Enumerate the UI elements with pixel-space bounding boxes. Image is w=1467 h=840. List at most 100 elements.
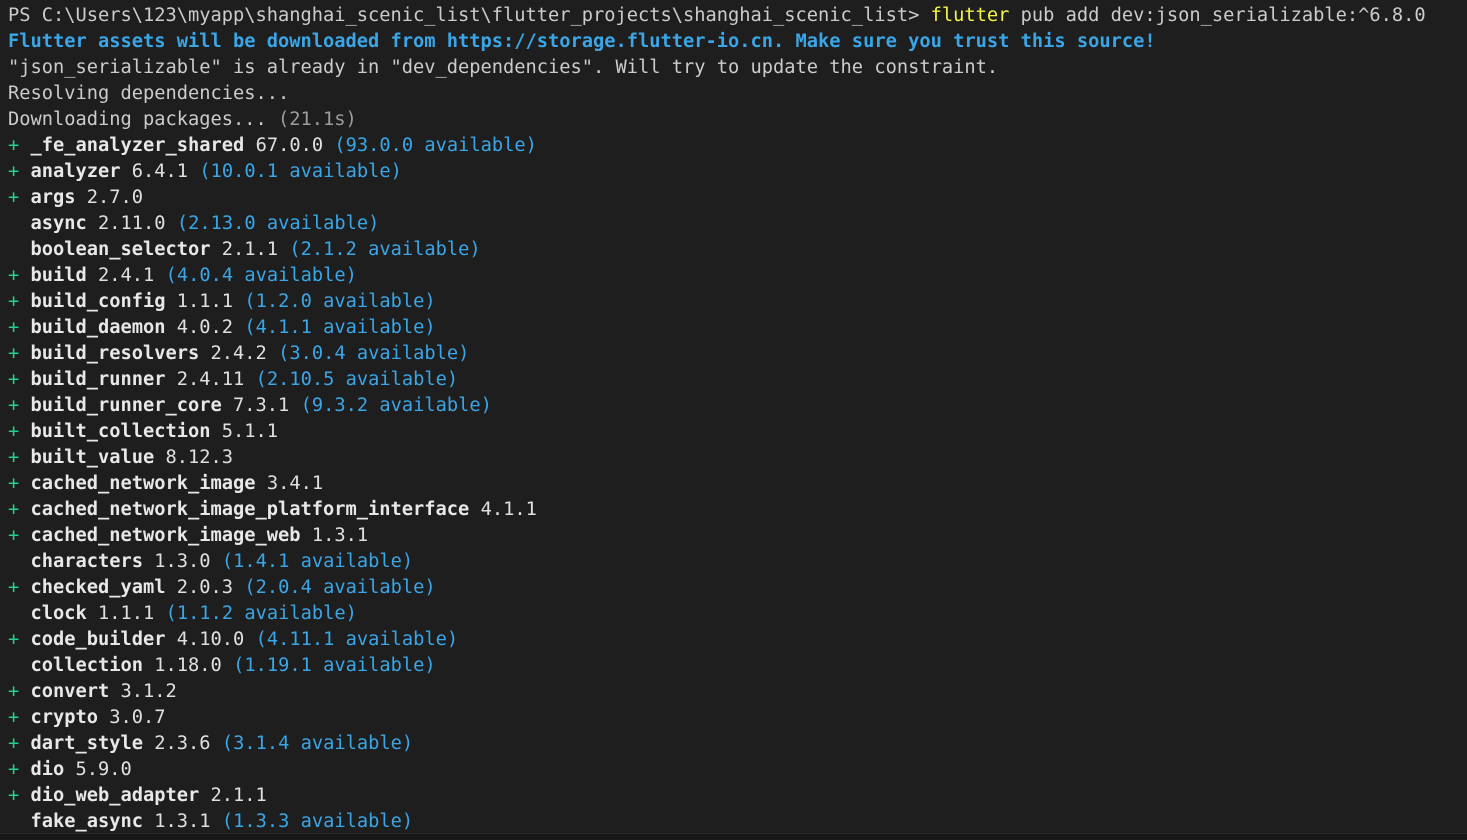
package-name: convert [30,681,110,702]
unchanged-marker [8,811,31,832]
package-version: 1.1.1 [98,603,155,624]
package-version: 3.0.7 [109,707,166,728]
unchanged-marker [8,603,31,624]
package-version: 3.1.2 [120,681,177,702]
package-version: 2.4.2 [210,343,267,364]
package-version: 1.3.1 [154,811,211,832]
available-version-note: (1.4.1 available) [210,551,414,572]
package-name: build [30,265,87,286]
package-version: 1.1.1 [176,291,234,312]
package-name: build_config [30,291,166,312]
available-version-note: (3.0.4 available) [266,343,470,364]
package-name: async [30,213,87,234]
package-line: + checked_yaml 2.0.3 (2.0.4 available) [8,575,1467,601]
available-version-note: (1.2.0 available) [233,291,436,312]
package-version: 1.18.0 [154,655,222,676]
package-line: collection 1.18.0 (1.19.1 available) [8,653,1467,679]
available-version-note: (2.1.2 available) [278,239,481,260]
available-version-note: (9.3.2 available) [289,395,492,416]
available-version-note: (3.1.4 available) [210,733,414,754]
package-line: + build_resolvers 2.4.2 (3.0.4 available… [8,341,1467,367]
added-marker: + [8,343,31,364]
package-line: + build_daemon 4.0.2 (4.1.1 available) [8,315,1467,341]
added-marker: + [8,681,31,702]
added-marker: + [8,707,31,728]
package-version: 2.11.0 [98,213,166,234]
package-line: + dart_style 2.3.6 (3.1.4 available) [8,731,1467,757]
added-marker: + [8,733,31,754]
added-marker: + [8,187,31,208]
added-marker: + [8,135,31,156]
command-line: PS C:\Users\123\myapp\shanghai_scenic_li… [8,3,1467,29]
package-line: + cached_network_image_platform_interfac… [8,497,1467,523]
package-version: 2.7.0 [86,187,144,208]
package-name: analyzer [30,161,121,182]
added-marker: + [8,161,31,182]
added-marker: + [8,525,31,546]
added-marker: + [8,317,31,338]
package-line: boolean_selector 2.1.1 (2.1.2 available) [8,237,1467,263]
package-name: build_runner [30,369,166,390]
available-version-note: (4.11.1 available) [244,629,459,650]
terminal-panel[interactable]: ━━━━━━━━━━━━━━━━━━━━━━━━━━━━━━━━━━━━━━━━… [0,0,1467,840]
package-version: 67.0.0 [255,135,324,156]
package-version: 2.4.11 [176,369,245,390]
available-version-note: (2.10.5 available) [244,369,459,390]
unchanged-marker [8,551,31,572]
package-line: + dio 5.9.0 [8,757,1467,783]
downloading-label: Downloading packages... [8,109,279,130]
resolving-message: Resolving dependencies... [8,83,290,104]
available-version-note: (4.0.4 available) [154,265,357,286]
package-name: dart_style [30,733,144,754]
available-version-note: (4.1.1 available) [233,317,436,338]
package-list: + _fe_analyzer_shared 67.0.0 (93.0.0 ava… [8,133,1467,835]
available-version-note: (10.0.1 available) [188,161,402,182]
unchanged-marker [8,655,31,676]
package-version: 2.3.6 [154,733,211,754]
package-name: build_resolvers [30,343,200,364]
package-line: + build 2.4.1 (4.0.4 available) [8,263,1467,289]
package-line: + crypto 3.0.7 [8,705,1467,731]
package-name: built_value [30,447,155,468]
package-name: cached_network_image_web [30,525,301,546]
package-version: 2.0.3 [176,577,234,598]
available-version-note: (1.3.3 available) [210,811,414,832]
package-version: 2.4.1 [98,265,155,286]
package-version: 4.1.1 [480,499,537,520]
package-line: + dio_web_adapter 2.1.1 [8,783,1467,809]
available-version-note: (93.0.0 available) [323,135,537,156]
terminal-bottom-edge [0,833,1467,840]
added-marker: + [8,473,31,494]
package-line: + built_collection 5.1.1 [8,419,1467,445]
available-version-note: (2.0.4 available) [233,577,436,598]
mirror-notice: Flutter assets will be downloaded from h… [8,31,1156,52]
package-line: + _fe_analyzer_shared 67.0.0 (93.0.0 ava… [8,133,1467,159]
package-name: clock [30,603,87,624]
downloading-duration: (21.1s) [278,109,357,130]
added-marker: + [8,447,31,468]
added-marker: + [8,369,31,390]
added-marker: + [8,629,31,650]
added-marker: + [8,395,31,416]
package-line: + cached_network_image 3.4.1 [8,471,1467,497]
package-name: collection [30,655,144,676]
added-marker: + [8,421,31,442]
terminal-output[interactable]: PS C:\Users\123\myapp\shanghai_scenic_li… [8,3,1467,835]
package-version: 4.10.0 [176,629,245,650]
package-version: 7.3.1 [233,395,290,416]
package-line: characters 1.3.0 (1.4.1 available) [8,549,1467,575]
package-line: + built_value 8.12.3 [8,445,1467,471]
available-version-note: (1.1.2 available) [154,603,357,624]
package-version: 4.0.2 [176,317,234,338]
package-name: built_collection [30,421,211,442]
command-executable: flutter [930,5,1010,26]
package-name: boolean_selector [30,239,211,260]
added-marker: + [8,759,31,780]
available-version-note: (2.13.0 available) [165,213,380,234]
package-version: 3.4.1 [266,473,324,494]
package-line: + convert 3.1.2 [8,679,1467,705]
package-name: code_builder [30,629,166,650]
package-name: dio_web_adapter [30,785,200,806]
added-marker: + [8,785,31,806]
package-name: build_runner_core [30,395,222,416]
